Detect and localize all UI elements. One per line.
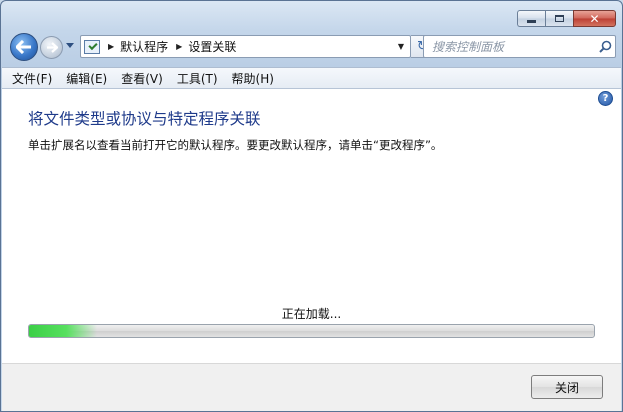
- page-title: 将文件类型或协议与特定程序关联: [28, 110, 261, 128]
- window-close-button[interactable]: ✕: [573, 10, 616, 27]
- caption-buttons: ✕: [517, 10, 616, 27]
- address-bar[interactable]: ▶ 默认程序 ▶ 设置关联 ▼: [80, 35, 411, 58]
- page-description: 单击扩展名以查看当前打开它的默认程序。要更改默认程序，请单击“更改程序”。: [28, 138, 443, 152]
- breadcrumb-chevron-icon[interactable]: ▶: [108, 42, 114, 51]
- help-icon[interactable]: ?: [598, 91, 613, 106]
- content-pane: ? 将文件类型或协议与特定程序关联 单击扩展名以查看当前打开它的默认程序。要更改…: [2, 89, 621, 363]
- menu-edit[interactable]: 编辑(E): [63, 70, 118, 87]
- control-panel-window: ✕ ▶ 默认程序 ▶ 设置关联 ▼ ↻ 搜索控制面板: [0, 0, 623, 412]
- maximize-button[interactable]: [545, 10, 573, 27]
- breadcrumb-set-associations[interactable]: 设置关联: [188, 38, 236, 55]
- close-button[interactable]: 关闭: [531, 375, 603, 399]
- minimize-button[interactable]: [517, 10, 545, 27]
- menu-help[interactable]: 帮助(H): [229, 70, 285, 87]
- help-glyph: ?: [602, 93, 609, 104]
- breadcrumb-chevron-icon[interactable]: ▶: [176, 42, 182, 51]
- forward-button[interactable]: [40, 36, 63, 59]
- loading-text: 正在加载...: [281, 307, 342, 321]
- menu-file[interactable]: 文件(F): [9, 70, 63, 87]
- menu-view[interactable]: 查看(V): [118, 70, 174, 87]
- minimize-icon: [527, 20, 536, 23]
- footer-bar: 关闭: [2, 363, 621, 411]
- close-icon: ✕: [589, 11, 600, 26]
- progress-fill: [29, 325, 97, 337]
- menu-tools[interactable]: 工具(T): [174, 70, 229, 87]
- back-button[interactable]: [10, 33, 38, 61]
- forward-arrow-icon: [46, 42, 58, 53]
- navigation-bar: ▶ 默认程序 ▶ 设置关联 ▼ ↻ 搜索控制面板: [9, 32, 616, 62]
- back-arrow-icon: [16, 40, 31, 54]
- search-box[interactable]: 搜索控制面板: [423, 35, 616, 58]
- address-dropdown-icon[interactable]: ▼: [392, 36, 410, 57]
- control-panel-icon: [84, 39, 100, 54]
- search-icon[interactable]: [595, 40, 615, 53]
- maximize-icon: [555, 15, 564, 22]
- recent-pages-dropdown[interactable]: [66, 43, 74, 48]
- search-input[interactable]: 搜索控制面板: [432, 38, 595, 55]
- breadcrumb-default-programs[interactable]: 默认程序: [120, 38, 168, 55]
- loading-progress-bar: [28, 324, 595, 338]
- menu-bar: 文件(F) 编辑(E) 查看(V) 工具(T) 帮助(H): [2, 67, 621, 89]
